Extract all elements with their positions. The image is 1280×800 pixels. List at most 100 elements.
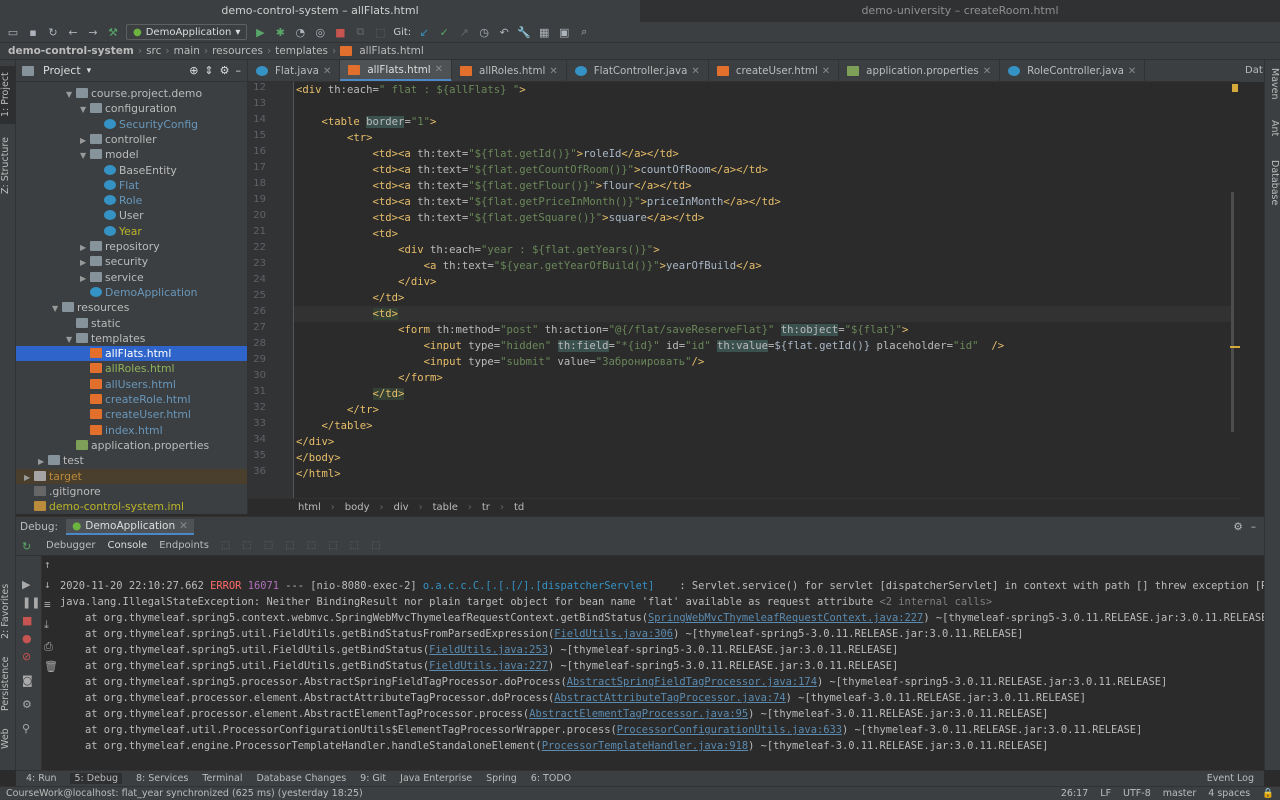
status-message[interactable]: CourseWork@localhost: flat_year synchron…: [6, 788, 363, 799]
bottom-tool-tab[interactable]: 5: Debug: [70, 773, 122, 784]
stack-link[interactable]: AbstractAttributeTagProcessor.java:74: [554, 692, 785, 704]
tree-arrow-icon[interactable]: ▶: [80, 240, 90, 255]
tool-tab-maven[interactable]: Maven: [1266, 68, 1280, 108]
tree-item[interactable]: ▶ target: [16, 468, 247, 485]
scroll-down-icon[interactable]: ↓: [44, 578, 51, 591]
chevron-down-icon[interactable]: ▾: [87, 66, 92, 76]
close-icon[interactable]: ✕: [822, 66, 830, 77]
git-rollback-icon[interactable]: ↶: [497, 25, 511, 39]
tree-item[interactable]: ▶ repository: [80, 239, 160, 254]
tree-item[interactable]: demo-control-system.iml: [24, 499, 184, 514]
close-icon[interactable]: ✕: [549, 66, 557, 77]
editor-scrollbar[interactable]: [1230, 82, 1240, 498]
profile-icon[interactable]: ◎: [313, 25, 327, 39]
tree-arrow-icon[interactable]: ▼: [80, 102, 90, 117]
editor-tab[interactable]: FlatController.java ✕: [567, 60, 709, 81]
tree-item[interactable]: createRole.html: [80, 392, 191, 407]
tree-item[interactable]: User: [94, 208, 144, 223]
database-tab-stub[interactable]: Dat: [1240, 60, 1264, 82]
tree-item[interactable]: ▶ security: [80, 254, 148, 269]
settings-icon[interactable]: ⚙: [22, 698, 32, 711]
tree-item[interactable]: DemoApplication: [80, 285, 197, 300]
window-title-active[interactable]: demo-control-system – allFlats.html: [0, 0, 640, 22]
open-folder-icon[interactable]: ▭: [6, 25, 20, 39]
stop-icon[interactable]: ■: [22, 614, 32, 627]
tool-tab-structure[interactable]: Z: Structure: [0, 132, 16, 200]
debug-subtab[interactable]: Debugger: [46, 540, 96, 551]
tree-arrow-icon[interactable]: ▶: [80, 255, 90, 270]
run-to-cursor-icon[interactable]: ⬚: [328, 540, 337, 551]
tree-arrow-icon[interactable]: ▼: [66, 87, 76, 102]
tree-item[interactable]: static: [66, 316, 121, 331]
step-over-icon[interactable]: ⬚: [221, 540, 230, 551]
search-icon[interactable]: ⌕: [577, 25, 591, 39]
editor-tab[interactable]: createUser.html ✕: [709, 60, 840, 81]
tree-item[interactable]: ▶ controller: [80, 132, 157, 147]
bottom-tool-tab[interactable]: 4: Run: [26, 773, 56, 784]
minimize-icon[interactable]: –: [1251, 521, 1256, 533]
tree-arrow-icon[interactable]: ▼: [52, 301, 62, 316]
trash-icon[interactable]: 🗑: [44, 660, 58, 673]
stack-link[interactable]: SpringWebMvcThymeleafRequestContext.java…: [648, 612, 923, 624]
tool-tab-favorites[interactable]: 2: Favorites: [0, 580, 16, 642]
wrench-icon[interactable]: 🔧: [517, 25, 531, 39]
tree-item[interactable]: ▶ test: [38, 453, 84, 468]
scroll-up-icon[interactable]: ↑: [44, 558, 51, 571]
tree-item[interactable]: ▼ resources: [52, 300, 129, 315]
close-icon[interactable]: ✕: [179, 520, 188, 532]
tree-item[interactable]: ▼ configuration: [80, 101, 177, 116]
run-config-select[interactable]: ● DemoApplication ▾: [126, 24, 248, 40]
tool-tab-web[interactable]: Web: [0, 724, 16, 754]
tree-item[interactable]: application.properties: [66, 438, 209, 453]
close-icon[interactable]: ✕: [1128, 66, 1136, 77]
tree-arrow-icon[interactable]: ▶: [80, 271, 90, 286]
close-icon[interactable]: ✕: [983, 66, 991, 77]
minimize-icon[interactable]: –: [236, 64, 242, 77]
tool-tab-database[interactable]: Database: [1266, 160, 1280, 215]
breadcrumb-item[interactable]: templates: [275, 45, 328, 57]
trace-icon[interactable]: ⬚: [371, 540, 380, 551]
debug-subtab[interactable]: Console: [108, 540, 148, 551]
tree-item[interactable]: BaseEntity: [94, 163, 177, 178]
debug-session-tab[interactable]: ● DemoApplication ✕: [66, 518, 194, 535]
breadcrumb-item[interactable]: demo-control-system: [8, 45, 134, 57]
camera-icon[interactable]: ◙: [22, 674, 33, 687]
tree-item[interactable]: Flat: [94, 178, 139, 193]
layout-icon[interactable]: ▣: [557, 25, 571, 39]
tree-item[interactable]: ▶ service: [80, 270, 144, 285]
stack-link[interactable]: FieldUtils.java:227: [429, 660, 548, 672]
tree-arrow-icon[interactable]: ▶: [24, 470, 34, 485]
force-step-into-icon[interactable]: ⬚: [264, 540, 273, 551]
step-into-icon[interactable]: ⬚: [242, 540, 251, 551]
editor-tab[interactable]: allRoles.html ✕: [452, 60, 567, 81]
tag-path-item[interactable]: table: [433, 502, 458, 513]
editor-tab[interactable]: application.properties ✕: [839, 60, 1001, 81]
tree-item[interactable]: Year: [94, 224, 142, 239]
tree-item[interactable]: .gitignore: [24, 484, 101, 499]
tree-arrow-icon[interactable]: ▶: [80, 133, 90, 148]
evaluate-icon[interactable]: ⬚: [350, 540, 359, 551]
coverage-icon[interactable]: ◔: [293, 25, 307, 39]
resume-icon[interactable]: ▶: [22, 578, 30, 591]
scroll-end-icon[interactable]: ⤓: [44, 618, 49, 632]
editor-tab[interactable]: Flat.java ✕: [248, 60, 341, 81]
indent-setting[interactable]: 4 spaces: [1208, 788, 1250, 799]
soft-wrap-icon[interactable]: ≡: [44, 598, 51, 611]
git-branch[interactable]: master: [1163, 788, 1197, 799]
debug-bug-icon[interactable]: ✱: [273, 25, 287, 39]
build-hammer-icon[interactable]: ⚒: [106, 25, 120, 39]
stack-link[interactable]: ProcessorConfigurationUtils.java:633: [617, 724, 842, 736]
breakpoints-icon[interactable]: ●: [22, 632, 32, 645]
stack-link[interactable]: AbstractSpringFieldTagProcessor.java:174: [567, 676, 817, 688]
editor-tab[interactable]: RoleController.java ✕: [1000, 60, 1146, 81]
git-push-icon[interactable]: ↗: [457, 25, 471, 39]
stack-link[interactable]: FieldUtils.java:253: [429, 644, 548, 656]
bottom-tool-tab[interactable]: Database Changes: [256, 773, 346, 784]
back-icon[interactable]: ←: [66, 25, 80, 39]
pin-icon[interactable]: ⚲: [22, 722, 30, 735]
bottom-tool-tab[interactable]: Spring: [486, 773, 517, 784]
mute-breakpoints-icon[interactable]: ⊘: [22, 650, 31, 663]
breadcrumb-item[interactable]: main: [174, 45, 200, 57]
event-log-tab[interactable]: Event Log: [1207, 773, 1254, 784]
tool-tab-ant[interactable]: Ant: [1266, 120, 1280, 150]
